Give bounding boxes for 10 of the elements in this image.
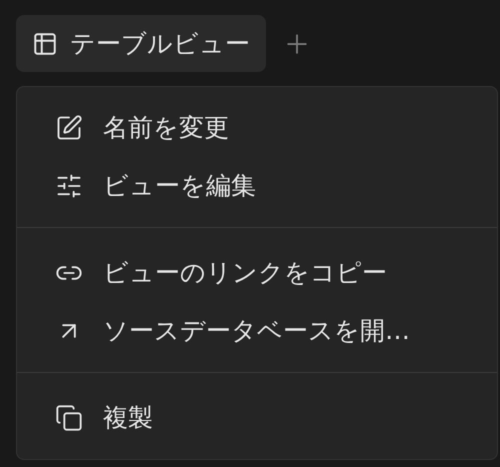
- duplicate-icon: [55, 404, 83, 432]
- menu-item[interactable]: ビューを編集: [17, 157, 497, 215]
- menu-item[interactable]: 複製: [17, 389, 497, 447]
- view-tab[interactable]: テーブルビュー: [16, 15, 266, 72]
- menu-item[interactable]: 名前を変更: [17, 99, 497, 157]
- edit-icon: [55, 114, 83, 142]
- table-icon: [32, 30, 58, 56]
- menu-item[interactable]: ビューのリンクをコピー: [17, 244, 497, 302]
- sliders-icon: [55, 172, 83, 200]
- menu-item[interactable]: ソースデータベースを開…: [17, 302, 497, 360]
